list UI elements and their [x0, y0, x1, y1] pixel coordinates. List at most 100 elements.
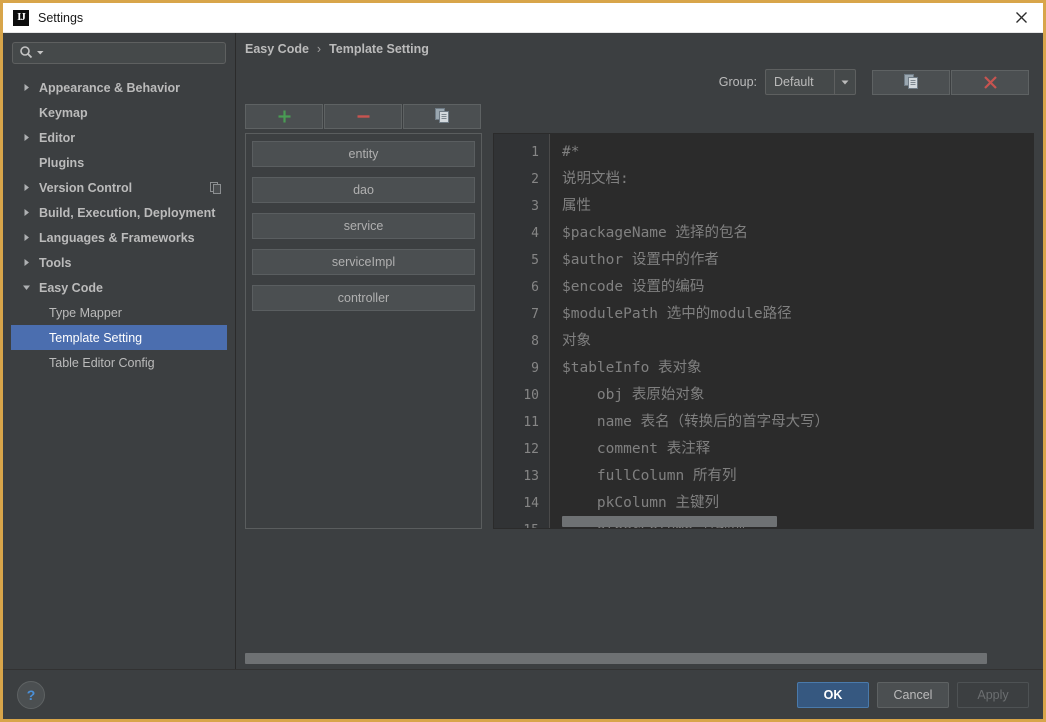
sidebar-item-label: Template Setting — [49, 330, 143, 345]
help-button[interactable]: ? — [17, 680, 45, 709]
sidebar-item-type-mapper[interactable]: Type Mapper — [11, 300, 227, 325]
copy-group-button[interactable] — [872, 69, 950, 95]
sidebar-item-label: Appearance & Behavior — [39, 80, 181, 95]
apply-button: Apply — [957, 681, 1029, 708]
chevron-right-icon — [19, 83, 33, 92]
editor-line-number: 11 — [523, 415, 539, 430]
template-list-item[interactable]: controller — [252, 285, 475, 311]
minus-icon — [357, 114, 369, 118]
editor-line-numbers: 123456789101112131415 — [494, 134, 550, 528]
sidebar-item-label: Type Mapper — [49, 305, 122, 320]
dialog-footer: ? OK Cancel Apply — [3, 669, 1043, 719]
editor-line-number: 12 — [523, 442, 539, 457]
editor-code-line: $tableInfo 表对象 — [562, 360, 702, 376]
sidebar-item-editor[interactable]: Editor — [11, 125, 227, 150]
editor-line-number: 2 — [531, 172, 539, 187]
copy-template-button[interactable] — [403, 103, 481, 129]
editor-line-number: 1 — [531, 145, 539, 160]
search-container — [3, 33, 235, 70]
delete-group-button[interactable] — [951, 69, 1029, 95]
sidebar-item-plugins[interactable]: Plugins — [11, 150, 227, 175]
settings-dialog: IJ Settings Appearance & Behavior Keymap… — [0, 0, 1046, 722]
footer-actions: OK Cancel Apply — [789, 681, 1029, 708]
settings-tree: Appearance & Behavior Keymap Editor Plugins… — [3, 75, 235, 375]
add-template-button[interactable] — [245, 103, 323, 129]
group-label: Group: — [718, 75, 757, 89]
sidebar-item-table-editor-config[interactable]: Table Editor Config — [11, 350, 227, 375]
sidebar-item-label: Build, Execution, Deployment — [39, 205, 216, 220]
panel-horizontal-scrollbar-track[interactable] — [236, 647, 1043, 669]
window-close-button[interactable] — [999, 3, 1043, 32]
search-box[interactable] — [12, 42, 226, 64]
sidebar-item-tools[interactable]: Tools — [11, 250, 227, 275]
template-toolbar — [236, 99, 1043, 133]
sidebar-item-label: Table Editor Config — [49, 355, 155, 370]
sidebar-item-label: Easy Code — [39, 280, 103, 295]
template-list: entity dao service serviceImpl controller — [245, 133, 482, 529]
editor-code-line: 对象 — [562, 333, 591, 349]
chevron-right-icon — [19, 133, 33, 142]
window-title: Settings — [38, 10, 84, 25]
editor-line-number: 13 — [523, 469, 539, 484]
editor-code-line: $author 设置中的作者 — [562, 252, 719, 268]
sidebar-item-label: Languages & Frameworks — [39, 230, 195, 245]
dialog-body: Appearance & Behavior Keymap Editor Plugins… — [3, 33, 1043, 669]
editor-code-area[interactable]: #* 说明文档: 属性 $packageName 选择的包名 $author 设置中的作… — [550, 134, 1033, 528]
editor-code-line: obj 表原始对象 — [562, 387, 705, 403]
editor-code-line: name 表名（转换后的首字母大写） — [562, 414, 830, 430]
sidebar-item-label: Plugins — [39, 155, 85, 170]
remove-template-button[interactable] — [324, 103, 402, 129]
sidebar-item-build-execution-deployment[interactable]: Build, Execution, Deployment — [11, 200, 227, 225]
template-list-item[interactable]: service — [252, 213, 475, 239]
search-dropdown-icon[interactable] — [36, 46, 45, 60]
group-select[interactable]: Default — [765, 69, 856, 95]
search-input[interactable] — [45, 44, 225, 62]
breadcrumb-current: Template Setting — [329, 42, 429, 56]
sidebar-item-template-setting[interactable]: Template Setting — [11, 325, 227, 350]
editor-line-number: 15 — [494, 517, 549, 528]
template-list-item[interactable]: entity — [252, 141, 475, 167]
copy-icon — [210, 181, 221, 194]
editor-code-line: pkColumn 主键列 — [562, 495, 719, 511]
sidebar-item-version-control[interactable]: Version Control — [11, 175, 227, 200]
breadcrumb-separator-icon: › — [316, 42, 322, 56]
sidebar-item-label: Tools — [39, 255, 72, 270]
chevron-right-icon — [19, 208, 33, 217]
search-icon — [19, 45, 35, 62]
cancel-button[interactable]: Cancel — [877, 681, 949, 708]
group-select-value: Default — [774, 75, 814, 89]
title-bar: IJ Settings — [3, 3, 1043, 33]
template-list-item[interactable]: dao — [252, 177, 475, 203]
settings-sidebar: Appearance & Behavior Keymap Editor Plugins… — [3, 33, 236, 669]
sidebar-item-appearance-behavior[interactable]: Appearance & Behavior — [11, 75, 227, 100]
editor-line-number: 4 — [531, 226, 539, 241]
sidebar-item-easy-code[interactable]: Easy Code — [11, 275, 227, 300]
template-code-editor[interactable]: 123456789101112131415 #*说明文档:属性$packageN… — [493, 133, 1034, 529]
intellij-logo-icon: IJ — [13, 9, 29, 26]
chevron-right-icon — [19, 183, 33, 192]
breadcrumb-root[interactable]: Easy Code — [245, 42, 309, 56]
sidebar-item-languages-frameworks[interactable]: Languages & Frameworks — [11, 225, 227, 250]
panel-horizontal-scrollbar-thumb[interactable] — [245, 652, 987, 664]
editor-horizontal-scrollbar[interactable] — [562, 516, 777, 527]
sidebar-item-label: Editor — [39, 130, 76, 145]
group-row: Group: Default — [236, 65, 1043, 99]
editor-code-line: $packageName 选择的包名 — [562, 225, 748, 241]
chevron-down-icon — [19, 283, 33, 292]
sidebar-item-keymap[interactable]: Keymap — [11, 100, 227, 125]
sidebar-item-label: Keymap — [39, 105, 88, 120]
editor-code-line: 说明文档: — [562, 171, 629, 187]
chevron-down-icon[interactable] — [834, 70, 855, 94]
editor-line-number: 5 — [531, 253, 539, 268]
ok-button[interactable]: OK — [797, 681, 869, 708]
editor-line-number: 14 — [523, 496, 539, 511]
editor-line-number: 3 — [531, 199, 539, 214]
editor-code-line: #* — [562, 144, 580, 160]
editor-code-line: comment 表注释 — [562, 441, 711, 457]
copy-icon — [903, 74, 918, 89]
plus-icon — [278, 110, 290, 122]
editor-line-number: 10 — [523, 388, 539, 403]
template-list-item[interactable]: serviceImpl — [252, 249, 475, 275]
editor-line-number: 7 — [531, 307, 539, 322]
